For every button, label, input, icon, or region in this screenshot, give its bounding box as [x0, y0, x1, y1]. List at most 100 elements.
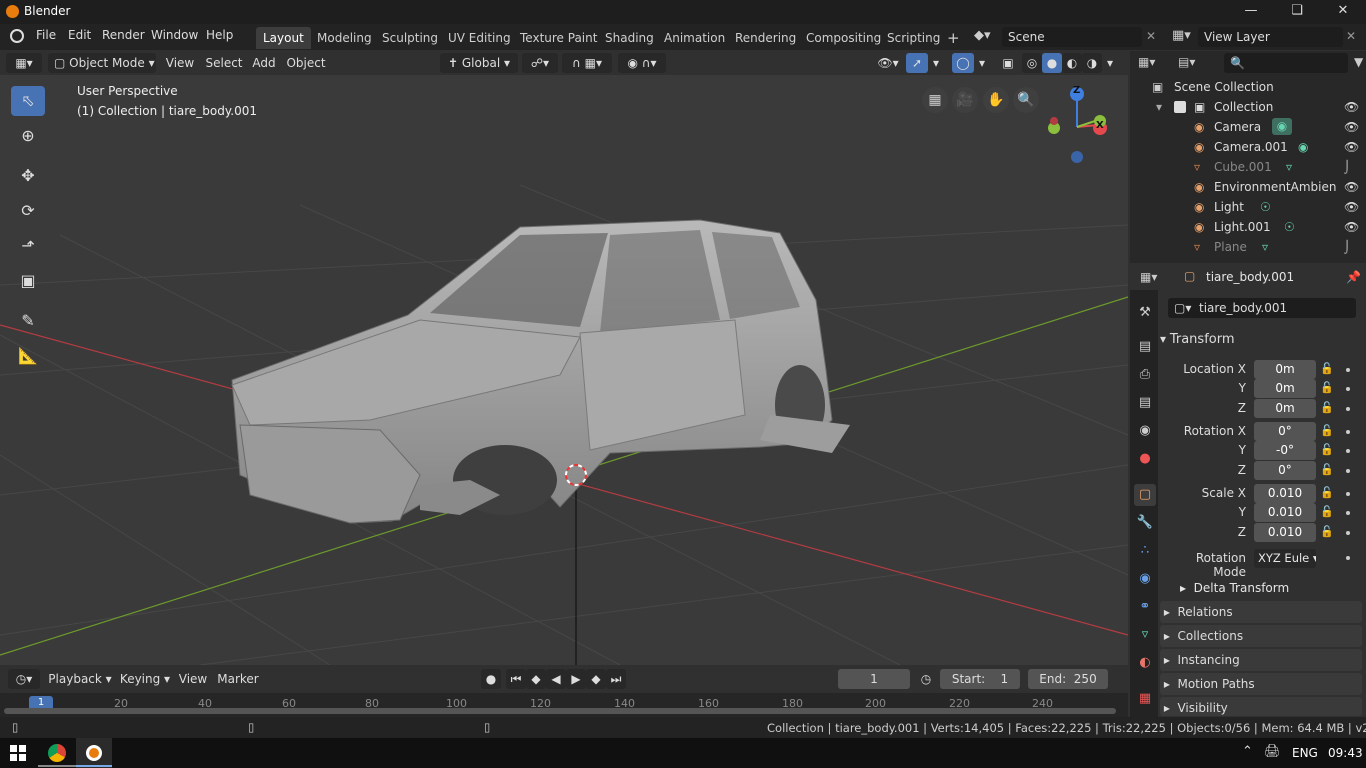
network-icon[interactable]: 🖨: [1264, 744, 1281, 759]
rotation-y-field[interactable]: -0°: [1254, 441, 1316, 460]
close-scene-icon[interactable]: ✕: [1146, 29, 1156, 43]
view-layer-icon[interactable]: ▦▾: [1172, 28, 1191, 43]
scale-tool-icon[interactable]: ⬏: [11, 231, 45, 261]
motion-paths-panel[interactable]: ▸ Motion Paths: [1160, 673, 1362, 695]
overlay-toggle-icon[interactable]: ◯: [952, 53, 974, 73]
particles-tab-icon[interactable]: ∴: [1134, 540, 1156, 562]
rotation-mode-dropdown[interactable]: XYZ Eule ▾: [1254, 549, 1316, 568]
outliner-row-environment-light[interactable]: ◉ EnvironmentAmbientLigh 👁: [1130, 177, 1366, 197]
minimize-button[interactable]: —: [1228, 0, 1274, 24]
collections-panel[interactable]: ▸ Collections: [1160, 625, 1362, 647]
shading-rendered-icon[interactable]: ◑: [1082, 53, 1102, 73]
menu-view[interactable]: View: [162, 53, 198, 73]
filter-icon[interactable]: ▼: [1354, 55, 1363, 69]
keyframe-dot[interactable]: [1346, 430, 1350, 434]
lock-icon[interactable]: 🔓: [1320, 401, 1334, 414]
viewport-3d[interactable]: Z X User Perspective (1) Collection | ti…: [0, 75, 1128, 665]
modifier-tab-icon[interactable]: 🔧: [1134, 512, 1156, 534]
chrome-icon[interactable]: [48, 744, 66, 762]
tab-texture-paint[interactable]: Texture Paint: [513, 27, 604, 49]
lock-icon[interactable]: 🔓: [1320, 463, 1334, 476]
view-layer-field[interactable]: View Layer: [1198, 27, 1343, 47]
gizmo-x-label[interactable]: X: [1096, 120, 1104, 131]
keyframe-dot[interactable]: [1346, 556, 1350, 560]
shading-dropdown-icon[interactable]: ▾: [1102, 53, 1118, 73]
world-tab-icon[interactable]: ●: [1134, 448, 1156, 470]
outliner-row-plane[interactable]: ▿ Plane ▿ ⌡: [1130, 237, 1366, 257]
camera-data-icon[interactable]: ◉: [1298, 137, 1308, 157]
shading-wireframe-icon[interactable]: ◎: [1022, 53, 1042, 73]
snap-icon[interactable]: ∩ ▦▾: [562, 53, 612, 73]
view-layer-tab-icon[interactable]: ▤: [1134, 392, 1156, 414]
lock-icon[interactable]: 🔓: [1320, 443, 1334, 456]
expand-arrow-icon[interactable]: ▾: [1156, 97, 1162, 117]
scene-tab-icon[interactable]: ◉: [1134, 420, 1156, 442]
editor-type-icon[interactable]: ▦▾: [6, 53, 42, 73]
end-frame-field[interactable]: End: 250: [1028, 669, 1108, 689]
prev-keyframe-icon[interactable]: ◆: [526, 669, 546, 689]
mesh-data-icon[interactable]: ▿: [1262, 237, 1268, 257]
menu-render[interactable]: Render: [102, 28, 145, 42]
scale-y-field[interactable]: 0.010: [1254, 503, 1316, 522]
object-tab-icon[interactable]: ▢: [1134, 484, 1156, 506]
tab-uv-editing[interactable]: UV Editing: [441, 27, 518, 49]
pan-hand-icon[interactable]: ✋: [983, 87, 1009, 113]
blender-menu-icon[interactable]: [10, 29, 24, 43]
menu-marker[interactable]: Marker: [216, 669, 260, 689]
checkbox-icon[interactable]: [1174, 101, 1186, 113]
gizmo-z-label[interactable]: Z: [1073, 85, 1080, 96]
keyframe-dot[interactable]: [1346, 511, 1350, 515]
keyframe-dot[interactable]: [1346, 407, 1350, 411]
menu-add[interactable]: Add: [250, 53, 278, 73]
clock-icon[interactable]: ◷: [916, 669, 936, 689]
outliner-row-collection[interactable]: ▾ ▣ Collection 👁: [1130, 97, 1366, 117]
menu-window[interactable]: Window: [151, 28, 198, 42]
cursor-tool-icon[interactable]: ⊕: [11, 121, 45, 151]
transform-panel-header[interactable]: ▾ Transform: [1160, 328, 1362, 350]
light-data-icon[interactable]: ☉: [1284, 217, 1295, 237]
keyframe-dot[interactable]: [1346, 387, 1350, 391]
menu-playback[interactable]: Playback ▾: [46, 669, 114, 689]
keyframe-dot[interactable]: [1346, 469, 1350, 473]
toggle-perspective-grid-icon[interactable]: ▦: [922, 87, 948, 113]
keyframe-dot[interactable]: [1346, 368, 1350, 372]
object-name-field[interactable]: ▢▾ tiare_body.001: [1168, 298, 1356, 318]
outliner-row-light[interactable]: ◉ Light ☉ 👁: [1130, 197, 1366, 217]
rotate-tool-icon[interactable]: ⟳: [11, 196, 45, 226]
tab-modeling[interactable]: Modeling: [310, 27, 379, 49]
windows-start-icon[interactable]: [10, 745, 26, 761]
lock-icon[interactable]: 🔓: [1320, 505, 1334, 518]
tab-animation[interactable]: Animation: [657, 27, 732, 49]
start-frame-field[interactable]: Start: 1: [940, 669, 1020, 689]
annotate-tool-icon[interactable]: ✎: [11, 306, 45, 336]
add-workspace-icon[interactable]: +: [940, 27, 967, 49]
language-indicator[interactable]: ENG: [1292, 746, 1318, 760]
scene-name-field[interactable]: Scene: [1002, 27, 1142, 47]
rotation-x-field[interactable]: 0°: [1254, 422, 1316, 441]
physics-tab-icon[interactable]: ◉: [1134, 568, 1156, 590]
output-tab-icon[interactable]: ⎙: [1134, 364, 1156, 386]
move-tool-icon[interactable]: ✥: [11, 161, 45, 191]
gizmo-toggle-icon[interactable]: ➚: [906, 53, 928, 73]
eye-icon[interactable]: 👁: [1344, 97, 1359, 117]
proportional-edit-icon[interactable]: ◉ ∩▾: [618, 53, 666, 73]
delta-transform-panel[interactable]: ▸ Delta Transform: [1180, 581, 1289, 595]
keyframe-dot[interactable]: [1346, 449, 1350, 453]
display-mode-icon[interactable]: ▤▾: [1178, 55, 1195, 69]
lock-icon[interactable]: 🔓: [1320, 424, 1334, 437]
tab-scripting[interactable]: Scripting: [880, 27, 947, 49]
outliner-row-camera[interactable]: ◉ Camera ◉ 👁: [1130, 117, 1366, 137]
transform-tool-icon[interactable]: ▣: [11, 266, 45, 296]
close-button[interactable]: ✕: [1320, 0, 1366, 24]
select-box-tool-icon[interactable]: ⬁: [11, 86, 45, 116]
menu-object[interactable]: Object: [284, 53, 328, 73]
light-data-icon[interactable]: ☉: [1260, 197, 1271, 217]
zoom-icon[interactable]: 🔍: [1013, 87, 1039, 113]
shading-solid-icon[interactable]: ●: [1042, 53, 1062, 73]
camera-view-icon[interactable]: 🎥: [952, 87, 978, 113]
texture-tab-icon[interactable]: ▦: [1134, 688, 1156, 710]
lock-icon[interactable]: 🔓: [1320, 362, 1334, 375]
timeline-ruler[interactable]: 1 20 40 60 80 100 120 140 160 180 200 22…: [0, 693, 1128, 717]
tab-layout[interactable]: Layout: [256, 27, 311, 49]
menu-select[interactable]: Select: [202, 53, 246, 73]
